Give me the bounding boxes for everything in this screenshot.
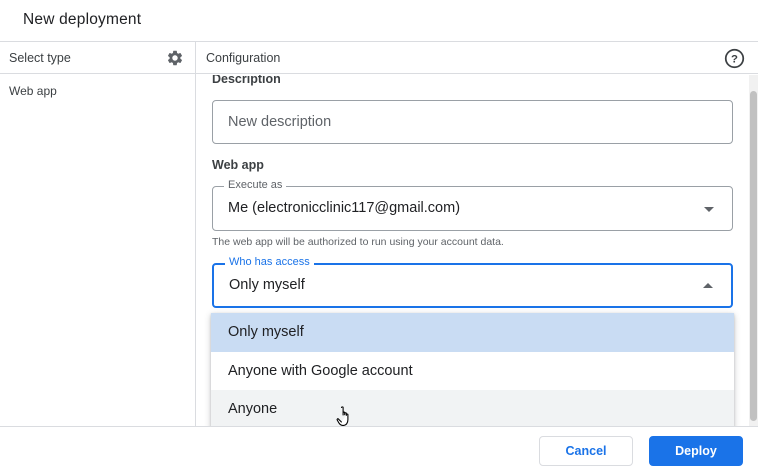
chevron-up-icon — [703, 283, 713, 288]
gear-icon[interactable] — [166, 49, 184, 67]
description-label: Description — [212, 75, 281, 86]
execute-as-label: Execute as — [224, 179, 287, 191]
option-only-myself[interactable]: Only myself — [211, 313, 734, 352]
dialog-header: New deployment — [0, 0, 758, 42]
deploy-button[interactable]: Deploy — [649, 436, 743, 466]
who-has-access-value: Only myself — [229, 277, 305, 293]
type-panel: Select type Web app — [0, 42, 196, 426]
chevron-down-icon — [704, 207, 714, 212]
svg-text:?: ? — [731, 53, 738, 65]
type-panel-header: Select type — [0, 42, 195, 74]
description-placeholder: New description — [228, 114, 332, 130]
access-options-menu: Only myself Anyone with Google account A… — [211, 313, 734, 426]
configuration-header: Configuration ? — [196, 42, 758, 74]
execute-as-value: Me (electronicclinic117@gmail.com) — [228, 200, 461, 216]
execute-as-select[interactable]: Execute as Me (electronicclinic117@gmail… — [212, 179, 733, 231]
dialog-footer: Cancel Deploy — [0, 426, 758, 473]
option-anyone-with-google-account[interactable]: Anyone with Google account — [211, 352, 734, 391]
scrollbar-thumb[interactable] — [750, 91, 757, 421]
dialog-title: New deployment — [23, 11, 142, 28]
type-item-web-app[interactable]: Web app — [9, 84, 57, 98]
who-has-access-select[interactable]: Who has access Only myself — [212, 256, 733, 308]
configuration-panel: Configuration ? Description New descript… — [196, 42, 758, 426]
who-has-access-label: Who has access — [225, 256, 314, 268]
configuration-scrollbar[interactable] — [749, 75, 758, 426]
hand-pointer-icon — [336, 406, 349, 426]
configuration-label: Configuration — [206, 51, 281, 65]
execute-as-helper-text: The web app will be authorized to run us… — [212, 236, 504, 248]
option-anyone[interactable]: Anyone — [211, 390, 734, 426]
select-type-label: Select type — [9, 51, 71, 65]
cancel-button[interactable]: Cancel — [539, 436, 633, 466]
configuration-content: Description New description Web app Exec… — [196, 75, 758, 426]
help-circle-icon[interactable]: ? — [724, 48, 745, 69]
web-app-section-label: Web app — [212, 158, 264, 172]
description-input[interactable]: New description — [212, 100, 733, 144]
